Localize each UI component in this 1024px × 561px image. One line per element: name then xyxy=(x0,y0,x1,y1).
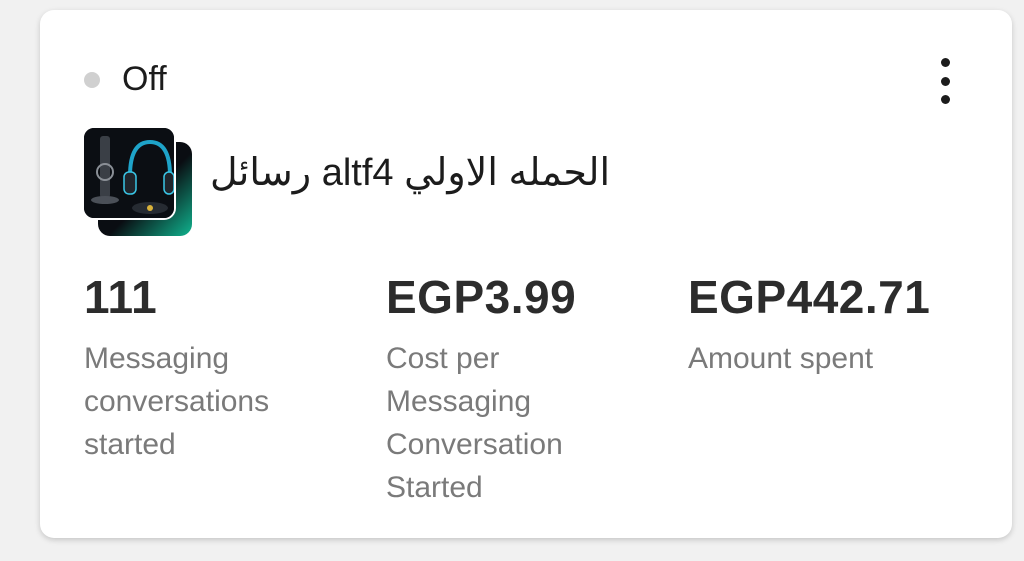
metric-amount-spent: EGP442.71 Amount spent xyxy=(688,272,948,380)
metric-label: Cost per Messaging Conversation Started xyxy=(386,341,563,504)
ad-thumbnail-stack xyxy=(82,126,194,238)
status-row: Off xyxy=(84,60,167,99)
headset-icon xyxy=(84,128,174,218)
more-options-button[interactable] xyxy=(930,58,960,104)
metric-label: Messaging conversations started xyxy=(84,341,270,461)
more-vertical-icon-dot xyxy=(940,95,950,104)
more-vertical-icon-dot xyxy=(940,76,950,86)
more-vertical-icon xyxy=(940,58,950,67)
status-text: Off xyxy=(122,60,167,98)
metric-conversations: 111 Messaging conversations started xyxy=(84,272,314,466)
metric-cost-per-conversation: EGP3.99 Cost per Messaging Conversation … xyxy=(386,272,616,509)
metric-value: EGP442.71 xyxy=(688,271,931,323)
metric-value: EGP3.99 xyxy=(386,271,577,323)
metric-value: 111 xyxy=(84,271,158,323)
campaign-card[interactable]: Off الحمله الاولي altf4 رسائل 111 Messag… xyxy=(40,10,1012,538)
campaign-name[interactable]: الحمله الاولي altf4 رسائل xyxy=(210,150,610,195)
status-dot-icon xyxy=(84,71,100,88)
metric-label: Amount spent xyxy=(688,341,874,375)
ad-thumbnail xyxy=(82,126,176,220)
